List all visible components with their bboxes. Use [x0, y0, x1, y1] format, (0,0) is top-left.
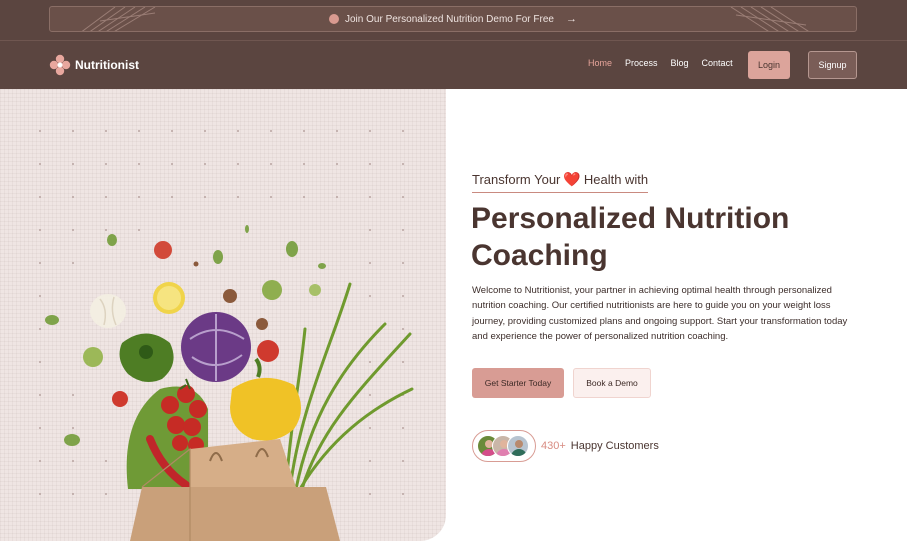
banner-decoration-right	[730, 7, 809, 31]
vegetables-illustration	[39, 130, 414, 541]
hero-image-panel	[0, 89, 446, 541]
customer-avatars	[472, 430, 536, 462]
banner-decoration-left	[81, 7, 156, 31]
happy-customers: 430+ Happy Customers	[472, 430, 659, 462]
promo-banner[interactable]: Join Our Personalized Nutrition Demo For…	[49, 6, 857, 32]
avatar	[507, 435, 529, 457]
eyebrow-text-before: Transform Your	[472, 172, 561, 187]
hero-title: Personalized Nutrition Coaching	[471, 202, 790, 272]
eyebrow-text-after: Health with	[583, 172, 649, 187]
heart-icon: ❤️	[563, 171, 581, 187]
nav-process[interactable]: Process	[625, 58, 658, 68]
login-button[interactable]: Login	[748, 51, 790, 79]
nutrition-icon	[329, 14, 339, 24]
nav-blog[interactable]: Blog	[671, 58, 689, 68]
customers-label: Happy Customers	[570, 440, 659, 452]
brand-logo[interactable]: Nutritionist	[49, 54, 139, 76]
banner-text: Join Our Personalized Nutrition Demo For…	[345, 13, 554, 25]
nav-home[interactable]: Home	[588, 58, 612, 68]
site-header: Join Our Personalized Nutrition Demo For…	[0, 0, 907, 89]
book-demo-button[interactable]: Book a Demo	[573, 368, 651, 398]
arrow-right-icon: →	[565, 13, 577, 25]
nav-contact[interactable]: Contact	[702, 58, 733, 68]
hero-description: Welcome to Nutritionist, your partner in…	[472, 285, 848, 342]
header-divider	[0, 40, 907, 41]
hero-eyebrow: Transform Your ❤️ Health with	[472, 171, 649, 193]
logo-icon	[49, 54, 71, 76]
brand-name: Nutritionist	[75, 58, 139, 72]
main-nav: Home Process Blog Contact	[588, 58, 733, 68]
get-started-button[interactable]: Get Starter Today	[472, 368, 564, 398]
customers-count: 430+	[541, 440, 566, 452]
signup-button[interactable]: Signup	[808, 51, 857, 79]
